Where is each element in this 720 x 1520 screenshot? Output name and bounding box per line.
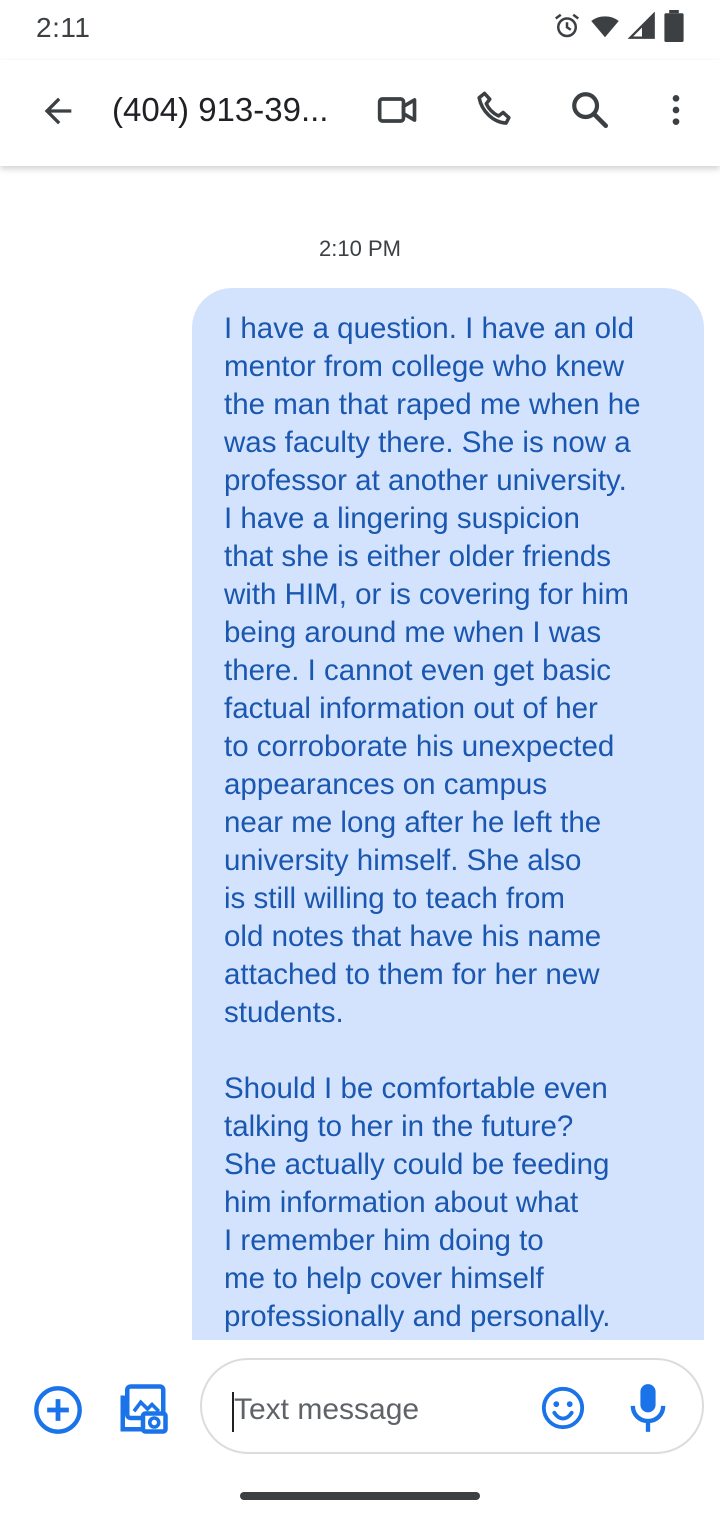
- emoji-button[interactable]: [540, 1385, 586, 1431]
- status-icons: [552, 9, 684, 47]
- gallery-icon: [120, 1384, 168, 1434]
- more-vert-icon: [672, 95, 680, 125]
- battery-icon: [664, 9, 684, 47]
- voice-input-button[interactable]: [626, 1382, 670, 1434]
- message-composer: [0, 1340, 720, 1476]
- gallery-button[interactable]: [116, 1382, 170, 1436]
- message-input-container[interactable]: [200, 1358, 704, 1454]
- gesture-nav-handle[interactable]: [240, 1492, 480, 1500]
- call-button[interactable]: [466, 82, 522, 138]
- back-arrow-icon: [44, 97, 72, 125]
- video-call-icon: [377, 97, 417, 123]
- alarm-icon: [552, 11, 582, 46]
- more-options-button[interactable]: [648, 82, 704, 138]
- video-call-button[interactable]: [370, 82, 426, 138]
- phone-icon: [477, 91, 511, 125]
- status-bar: 2:11: [0, 0, 720, 56]
- attach-button[interactable]: [32, 1384, 84, 1436]
- emoji-icon: [541, 1386, 585, 1430]
- wifi-icon: [590, 11, 620, 46]
- conversation-title[interactable]: (404) 913-39...: [112, 88, 352, 132]
- add-circle-icon: [34, 1386, 82, 1434]
- mic-icon: [630, 1384, 666, 1432]
- conversation-thread[interactable]: 2:10 PM I have a question. I have an old…: [0, 166, 720, 1340]
- outgoing-message-bubble[interactable]: I have a question. I have an old mentor …: [192, 288, 704, 1340]
- signal-icon: [627, 11, 656, 45]
- app-bar: (404) 913-39...: [0, 60, 720, 166]
- status-time: 2:11: [36, 12, 91, 43]
- message-timestamp: 2:10 PM: [319, 236, 401, 261]
- back-button[interactable]: [32, 85, 84, 137]
- search-button[interactable]: [562, 82, 618, 138]
- message-input[interactable]: [234, 1390, 524, 1430]
- search-icon: [572, 92, 609, 129]
